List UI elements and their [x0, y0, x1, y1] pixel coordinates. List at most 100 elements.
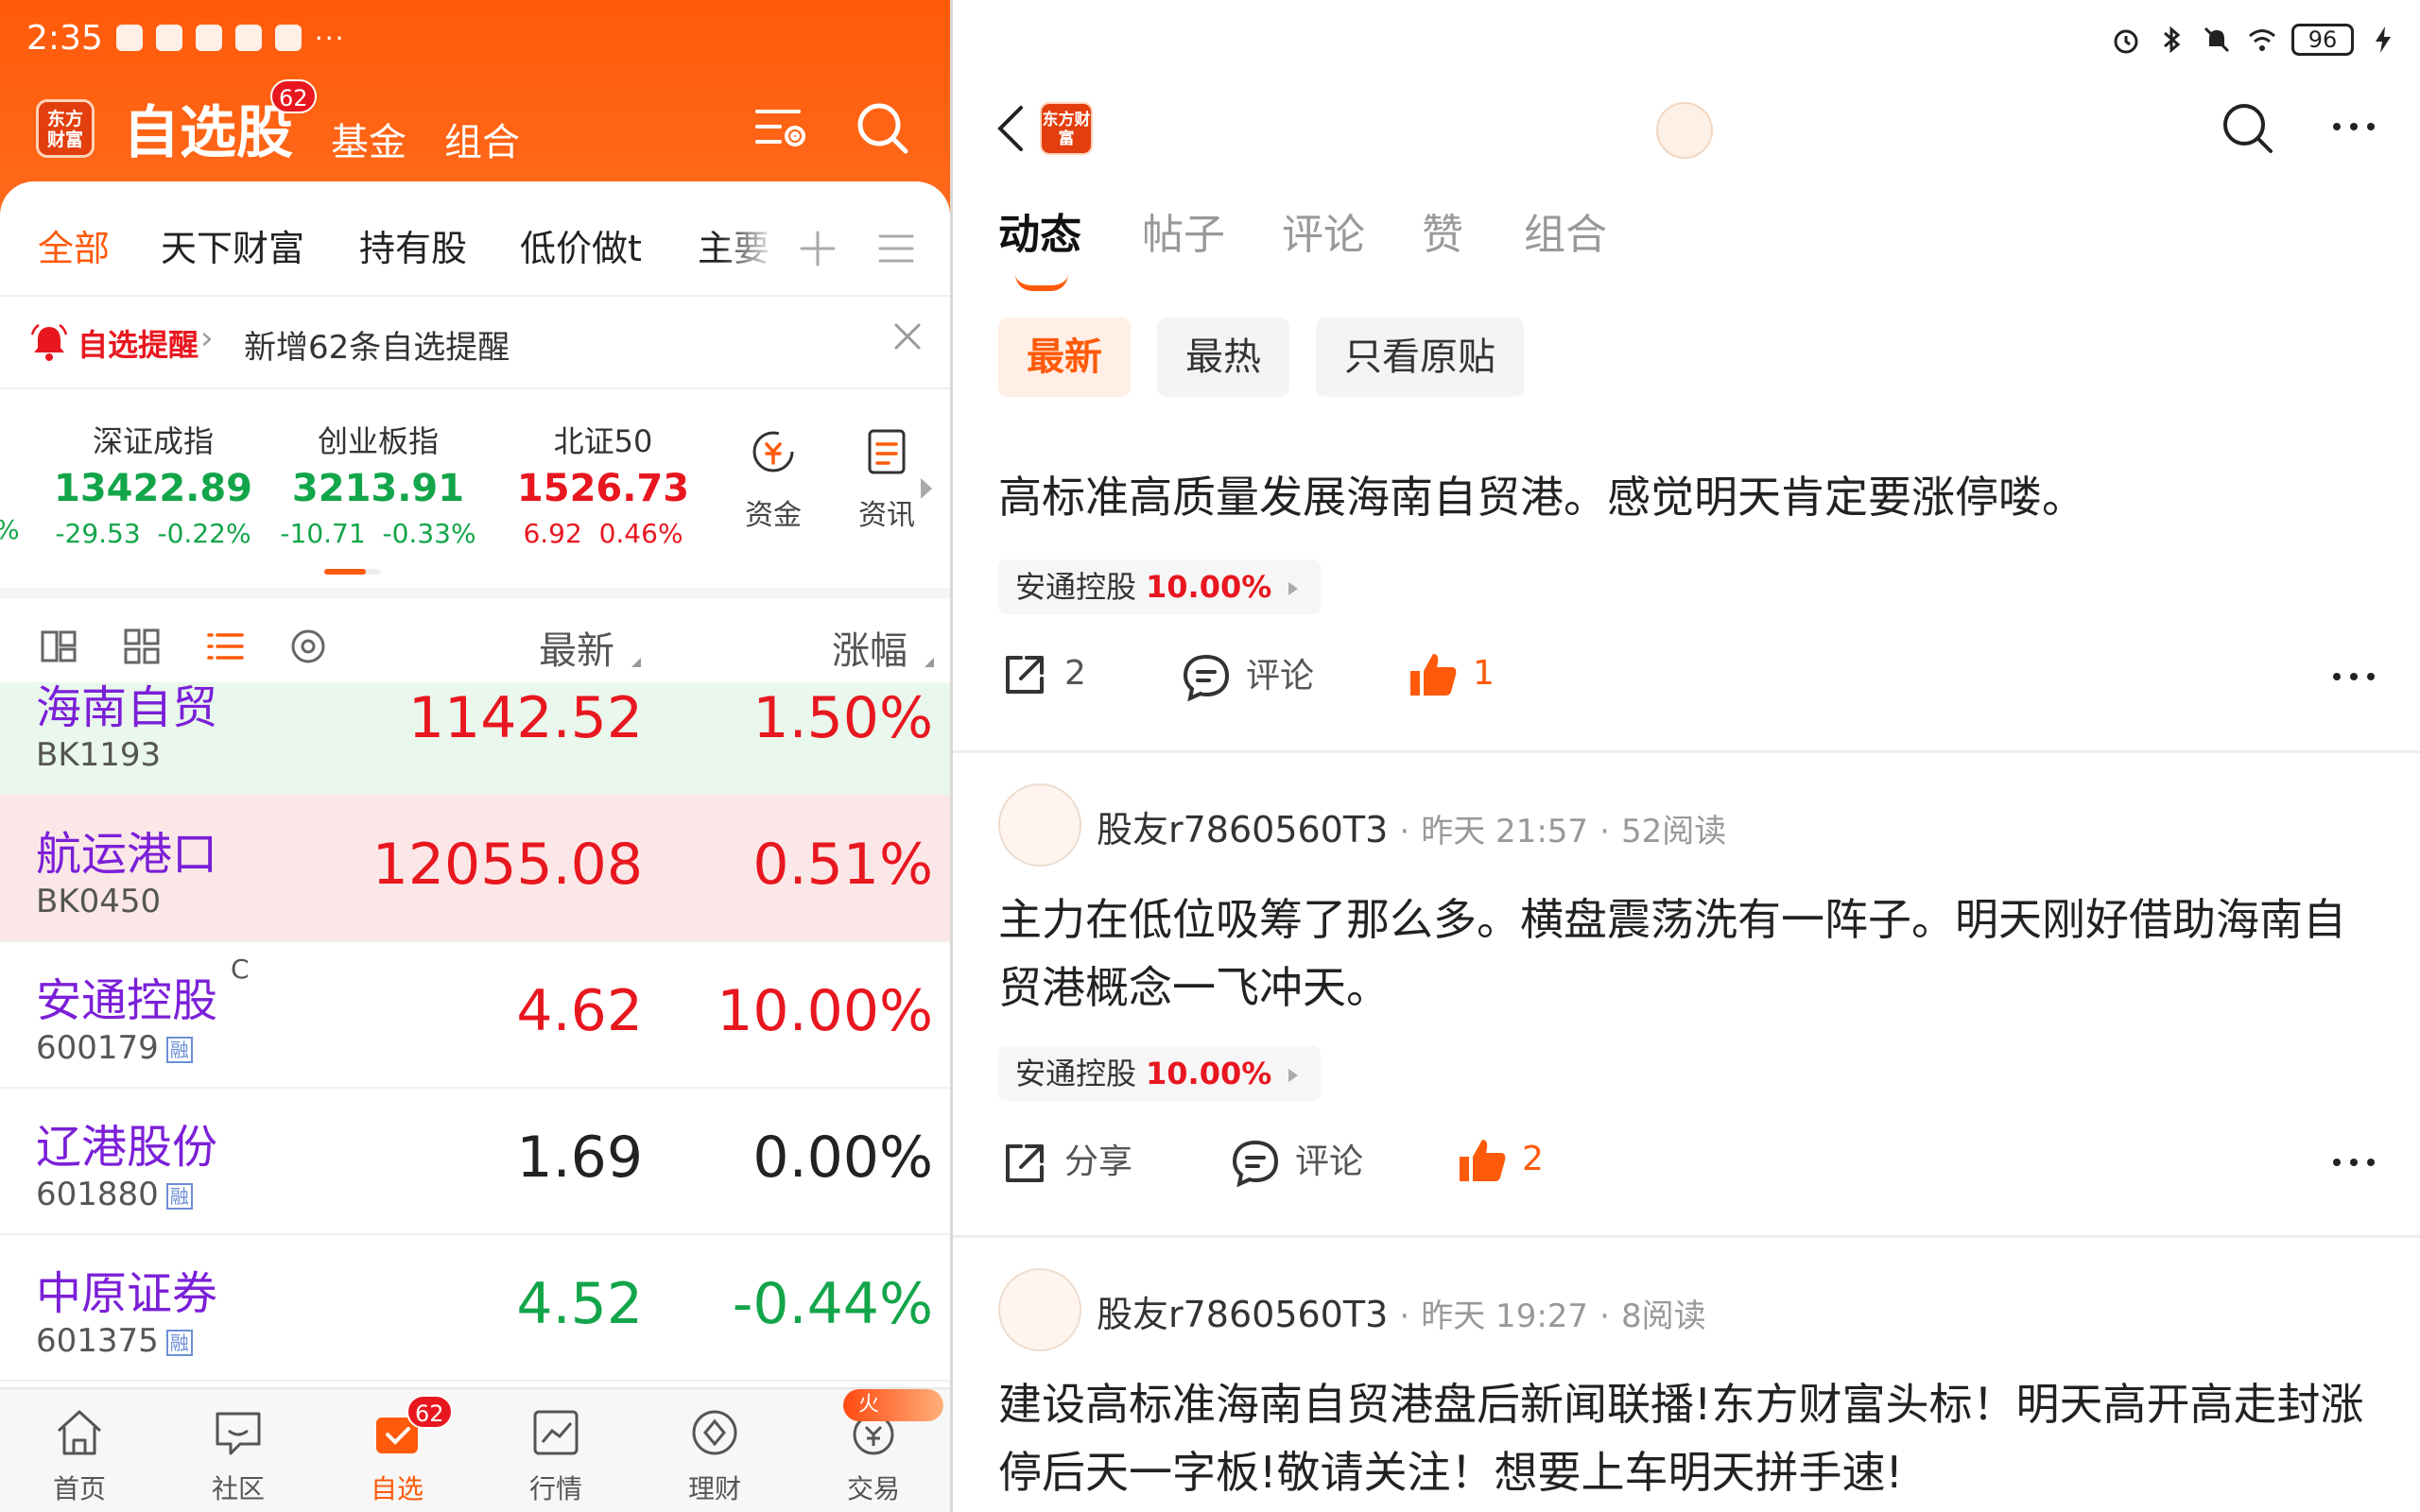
nav-market[interactable]: 行情 [499, 1404, 613, 1506]
tab-fade [718, 219, 804, 285]
column-change[interactable]: 涨幅 [832, 620, 908, 675]
comment-button[interactable]: 评论 [1229, 1134, 1363, 1190]
more-icon[interactable] [2325, 1143, 2382, 1181]
index-change: -10.71 -0.33% [280, 518, 476, 549]
group-tab[interactable]: 持有股 [359, 219, 467, 271]
add-group-icon[interactable] [794, 225, 841, 272]
index-name: 创业板指 [317, 423, 439, 459]
title-badge: 62 [270, 79, 317, 113]
stock-code: 601880 融 [36, 1176, 193, 1213]
margin-badge: 融 [165, 1037, 193, 1063]
divider [953, 1235, 2420, 1238]
group-tab[interactable]: 低价做t [520, 219, 642, 271]
author-name[interactable]: 股友r7860560T3 [1097, 809, 1388, 850]
bluetooth-icon [2164, 26, 2181, 54]
page-title[interactable]: 自选股 [123, 87, 293, 169]
close-icon[interactable] [890, 319, 925, 353]
nav-label: 行情 [528, 1473, 582, 1504]
stock-row[interactable]: 辽港股份 601880 融 1.69 0.00% [0, 1089, 950, 1235]
compact-view-icon[interactable] [38, 626, 79, 667]
tab-portfolio[interactable]: 组合 [1524, 200, 1607, 261]
hot-tag: 火 [843, 1389, 943, 1421]
stock-tag[interactable]: 安通控股 10.00% [998, 1046, 1322, 1101]
like-button[interactable]: 1 [1407, 648, 1495, 701]
list-view-icon[interactable] [204, 626, 246, 667]
watchlist-alert-bar[interactable]: 自选提醒 › 新增62条自选提醒 [0, 301, 950, 387]
stock-code: BK1193 [36, 736, 162, 774]
group-tab[interactable]: 天下财富 [161, 219, 304, 271]
comment-button[interactable]: 评论 [1180, 648, 1314, 704]
alert-text[interactable]: 新增62条自选提醒 [244, 321, 510, 368]
avatar[interactable] [998, 783, 1081, 867]
stock-row[interactable]: 中原证券 601375 融 4.52 -0.44% [0, 1235, 950, 1382]
tab-portfolio[interactable]: 组合 [444, 112, 520, 166]
brand-logo[interactable]: 东方财富 [36, 99, 95, 158]
nav-label: 自选 [370, 1473, 424, 1504]
index-card[interactable]: 创业板指 3213.91 -10.71 -0.33% [265, 418, 492, 549]
group-menu-icon[interactable] [874, 227, 918, 270]
view-settings-icon[interactable] [287, 626, 329, 667]
search-icon[interactable] [2218, 98, 2278, 159]
share-button[interactable]: 2 [998, 648, 1086, 701]
chevron-right-icon[interactable] [917, 474, 936, 503]
stock-row[interactable]: 海南自贸 BK1193 1142.52 1.50% [0, 682, 950, 796]
index-name: 深证成指 [92, 423, 214, 459]
mute-icon [2204, 26, 2230, 53]
chip-latest[interactable]: 最新 [998, 318, 1131, 397]
more-icon[interactable] [2325, 108, 2382, 146]
post-text[interactable]: 建设高标准海南自贸港盘后新闻联播!东方财富头标！明天高开高走封涨停后天一字板!敬… [998, 1370, 2378, 1506]
back-icon[interactable] [993, 102, 1030, 155]
manage-settings-icon[interactable] [752, 98, 812, 159]
stock-name: 辽港股份 [36, 1121, 218, 1174]
share-button[interactable]: 分享 [998, 1134, 1132, 1190]
thumbs-up-icon [1460, 1140, 1506, 1181]
avatar[interactable] [1656, 102, 1713, 159]
stock-price: 1.69 [516, 1125, 643, 1191]
thumbs-up-icon [1410, 654, 1457, 696]
chip-original-only[interactable]: 只看原贴 [1316, 318, 1524, 397]
post-meta: 股友r7860560T3 · 昨天 19:27 · 8阅读 [1097, 1294, 1706, 1335]
grid-view-icon[interactable] [121, 626, 163, 667]
nav-watchlist[interactable]: 自选 62 [340, 1395, 454, 1506]
stock-row[interactable]: 航运港口 BK0450 12055.08 0.51% [0, 796, 950, 942]
stock-tag[interactable]: 安通控股 10.00% [998, 559, 1322, 614]
tab-posts[interactable]: 帖子 [1142, 200, 1225, 261]
alert-tag[interactable]: 自选提醒 [78, 321, 199, 365]
charging-icon [2376, 26, 2391, 53]
like-button[interactable]: 2 [1456, 1134, 1544, 1187]
profile-top-bar: 东方财富 [953, 85, 2420, 170]
tab-comments[interactable]: 评论 [1282, 200, 1365, 261]
stock-change-pct: 1.50% [752, 685, 933, 751]
author-name[interactable]: 股友r7860560T3 [1097, 1294, 1388, 1335]
brand-logo[interactable]: 东方财富 [1040, 102, 1093, 155]
stock-price: 4.62 [516, 978, 643, 1044]
group-tab-all[interactable]: 全部 [38, 219, 110, 271]
nav-community[interactable]: 社区 [182, 1404, 295, 1506]
post-text[interactable]: 高标准高质量发展海南自贸港。感觉明天肯定要涨停喽。 [998, 463, 2378, 531]
stock-row[interactable]: 安通控股 C 600179 融 4.62 10.00% [0, 942, 950, 1089]
tab-funds[interactable]: 基金 [331, 112, 406, 166]
nav-home[interactable]: 首页 [23, 1404, 136, 1506]
comment-icon [1183, 654, 1230, 702]
post-text[interactable]: 主力在低位吸筹了那么多。横盘震荡洗有一阵子。明天刚好借助海南自贸港概念一飞冲天。 [998, 885, 2378, 1022]
notification-app-icon [195, 25, 222, 51]
index-card[interactable]: 北证50 1526.73 6.92 0.46% [490, 418, 717, 549]
index-change: 6.92 0.46% [523, 518, 683, 549]
quick-link-funds[interactable]: 资金 [735, 425, 811, 533]
nav-label: 交易 [846, 1473, 900, 1504]
search-icon[interactable] [853, 98, 913, 159]
index-card[interactable]: 深证成指 13422.89 -29.53 -0.22% [40, 418, 267, 549]
margin-badge: 融 [165, 1330, 193, 1356]
tab-activity[interactable]: 动态 [998, 200, 1081, 261]
stock-price: 1142.52 [407, 685, 643, 751]
column-price[interactable]: 最新 [539, 620, 614, 675]
quick-link-news[interactable]: 资讯 [849, 425, 925, 533]
tab-likes[interactable]: 赞 [1422, 200, 1463, 261]
nav-wealth[interactable]: 理财 [658, 1404, 771, 1506]
avatar[interactable] [998, 1268, 1081, 1351]
status-bar: 2:35 ··· [26, 17, 346, 59]
chip-hottest[interactable]: 最热 [1157, 318, 1289, 397]
more-icon[interactable] [2325, 658, 2382, 696]
divider [0, 295, 950, 297]
notification-app-icon [274, 25, 302, 51]
